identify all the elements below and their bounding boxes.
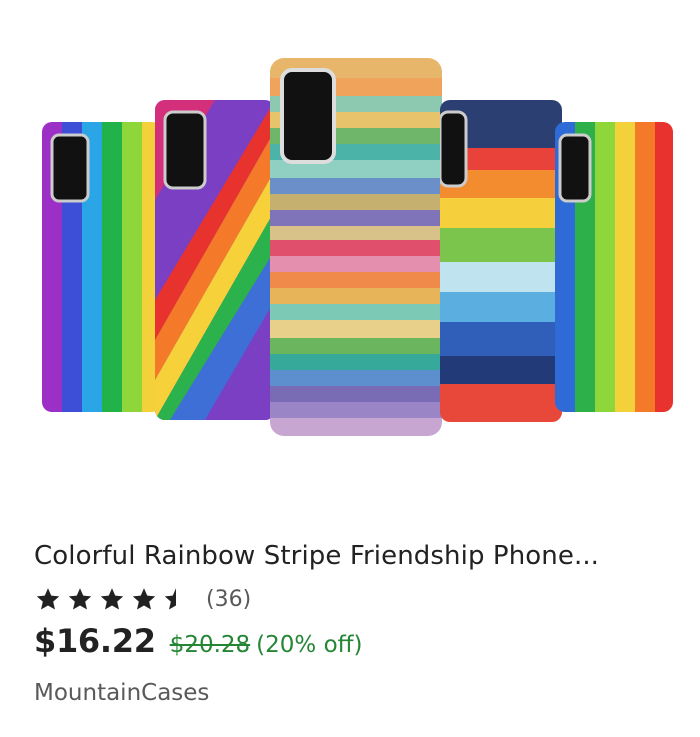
phone-case-watercolor-stripes (440, 100, 562, 422)
product-image[interactable] (0, 0, 700, 515)
product-listing-card[interactable]: Colorful Rainbow Stripe Friendship Phone… (0, 0, 700, 737)
sale-price: $16.22 (34, 622, 156, 660)
star-rating (34, 586, 194, 613)
price-row: $16.22 $20.28 (20% off) (34, 622, 684, 666)
star-icon (68, 587, 92, 610)
phone-case-vertical-rainbow (42, 122, 162, 412)
phone-case-diagonal-rainbow (155, 100, 275, 420)
listing-info: Colorful Rainbow Stripe Friendship Phone… (34, 538, 684, 706)
star-icon (36, 587, 60, 610)
star-icon (100, 587, 124, 610)
review-count: (36) (206, 586, 252, 612)
original-price: $20.28 (169, 632, 251, 658)
half-star-icon (164, 587, 176, 610)
phone-case-pastel-stripes (270, 58, 442, 436)
star-icon (132, 587, 156, 610)
discount-label: (20% off) (256, 632, 363, 658)
product-title[interactable]: Colorful Rainbow Stripe Friendship Phone… (34, 538, 684, 574)
phone-case-vertical-rainbow-right (555, 122, 673, 412)
rating-row: (36) (34, 584, 684, 614)
shop-name[interactable]: MountainCases (34, 680, 684, 706)
